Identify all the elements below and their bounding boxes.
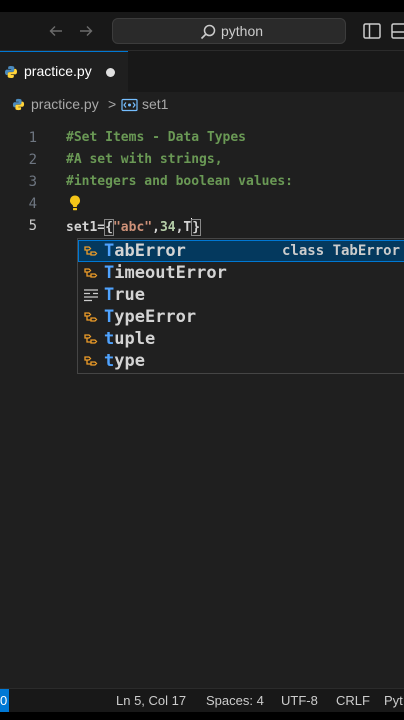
vscode-window: python practice.py practice.py > set1 1 … — [0, 12, 404, 712]
suggestion-label: TypeError — [104, 307, 197, 327]
line-number: 4 — [28, 196, 37, 212]
code-token-string: "abc" — [112, 220, 153, 235]
status-bar: 0 Ln 5, Col 17 Spaces: 4 UTF-8 CRLF Pyt — [0, 688, 404, 712]
suggestion-label: type — [104, 351, 145, 371]
breadcrumb-separator: > — [108, 96, 117, 112]
breadcrumb-symbol[interactable]: set1 — [142, 96, 168, 112]
class-icon — [84, 268, 98, 278]
command-center-search[interactable]: python — [112, 18, 346, 44]
line-number: 5 — [28, 218, 37, 234]
suggestion-item[interactable]: tuple — [78, 328, 404, 350]
python-file-icon — [5, 66, 17, 78]
variable-icon — [121, 98, 138, 112]
tab-bar: practice.py — [0, 51, 404, 92]
line-number: 2 — [28, 152, 37, 168]
code-editor[interactable]: 1 #Set Items - Data Types 2 #A set with … — [0, 116, 404, 676]
encoding[interactable]: UTF-8 — [281, 693, 318, 708]
code-token: , — [152, 220, 160, 235]
code-text: #integers and boolean values: — [66, 174, 293, 189]
suggestion-label: TimeoutError — [104, 263, 227, 283]
cursor-position[interactable]: Ln 5, Col 17 — [116, 693, 186, 708]
suggestion-label: True — [104, 285, 145, 305]
code-token: set1= — [66, 220, 106, 235]
remote-indicator[interactable]: 0 — [0, 689, 9, 712]
indentation[interactable]: Spaces: 4 — [206, 693, 264, 708]
class-icon — [84, 312, 98, 322]
toggle-panel-icon[interactable] — [390, 21, 404, 41]
unsaved-dot-icon[interactable] — [106, 68, 115, 77]
suggestion-item[interactable]: TabError class TabError — [78, 240, 404, 262]
class-icon — [84, 246, 98, 256]
toggle-sidebar-icon[interactable] — [362, 21, 382, 41]
code-token-brace: } — [191, 219, 202, 236]
suggestion-item[interactable]: True — [78, 284, 404, 306]
suggestion-label: TabError — [104, 241, 186, 261]
python-file-icon — [12, 98, 25, 111]
line-ending[interactable]: CRLF — [336, 693, 370, 708]
remote-label: 0 — [0, 693, 8, 708]
breadcrumb-file[interactable]: practice.py — [31, 96, 99, 112]
class-icon — [84, 334, 98, 344]
suggestion-item[interactable]: type — [78, 350, 404, 372]
suggestion-item[interactable]: TimeoutError — [78, 262, 404, 284]
tab-label: practice.py — [24, 63, 92, 79]
code-line-active: 5 set1={"abc",34,T} — [0, 215, 404, 237]
code-line: 2 #A set with strings, — [0, 149, 404, 171]
code-token-brace: { — [104, 219, 114, 236]
line-number: 1 — [28, 130, 37, 146]
code-token-number: 34 — [159, 220, 176, 235]
language-mode[interactable]: Pyt — [384, 693, 403, 708]
tab-practice-py[interactable]: practice.py — [0, 51, 128, 92]
suggestion-item[interactable]: TypeError — [78, 306, 404, 328]
class-icon — [84, 356, 98, 366]
arrow-left-icon[interactable] — [46, 21, 66, 41]
code-text: #A set with strings, — [66, 152, 223, 167]
code-line: 1 #Set Items - Data Types — [0, 127, 404, 149]
title-bar: python — [0, 12, 404, 51]
code-line: 4 — [0, 193, 404, 215]
code-text: set1={"abc",34,T} — [66, 218, 202, 236]
suggestion-detail: class TabError — [282, 243, 401, 259]
code-text: #Set Items - Data Types — [66, 130, 247, 145]
search-icon — [200, 24, 216, 40]
arrow-right-icon[interactable] — [76, 21, 96, 41]
line-number: 3 — [28, 174, 37, 190]
lightbulb-icon[interactable] — [68, 194, 82, 212]
code-line: 3 #integers and boolean values: — [0, 171, 404, 193]
breadcrumb: practice.py > set1 — [0, 94, 404, 116]
code-token: ,T — [175, 220, 192, 235]
suggestion-widget: TabError class TabError TimeoutError Tru… — [77, 238, 404, 374]
search-text: python — [221, 23, 264, 39]
suggestion-label: tuple — [104, 329, 156, 349]
keyword-icon — [84, 289, 98, 302]
